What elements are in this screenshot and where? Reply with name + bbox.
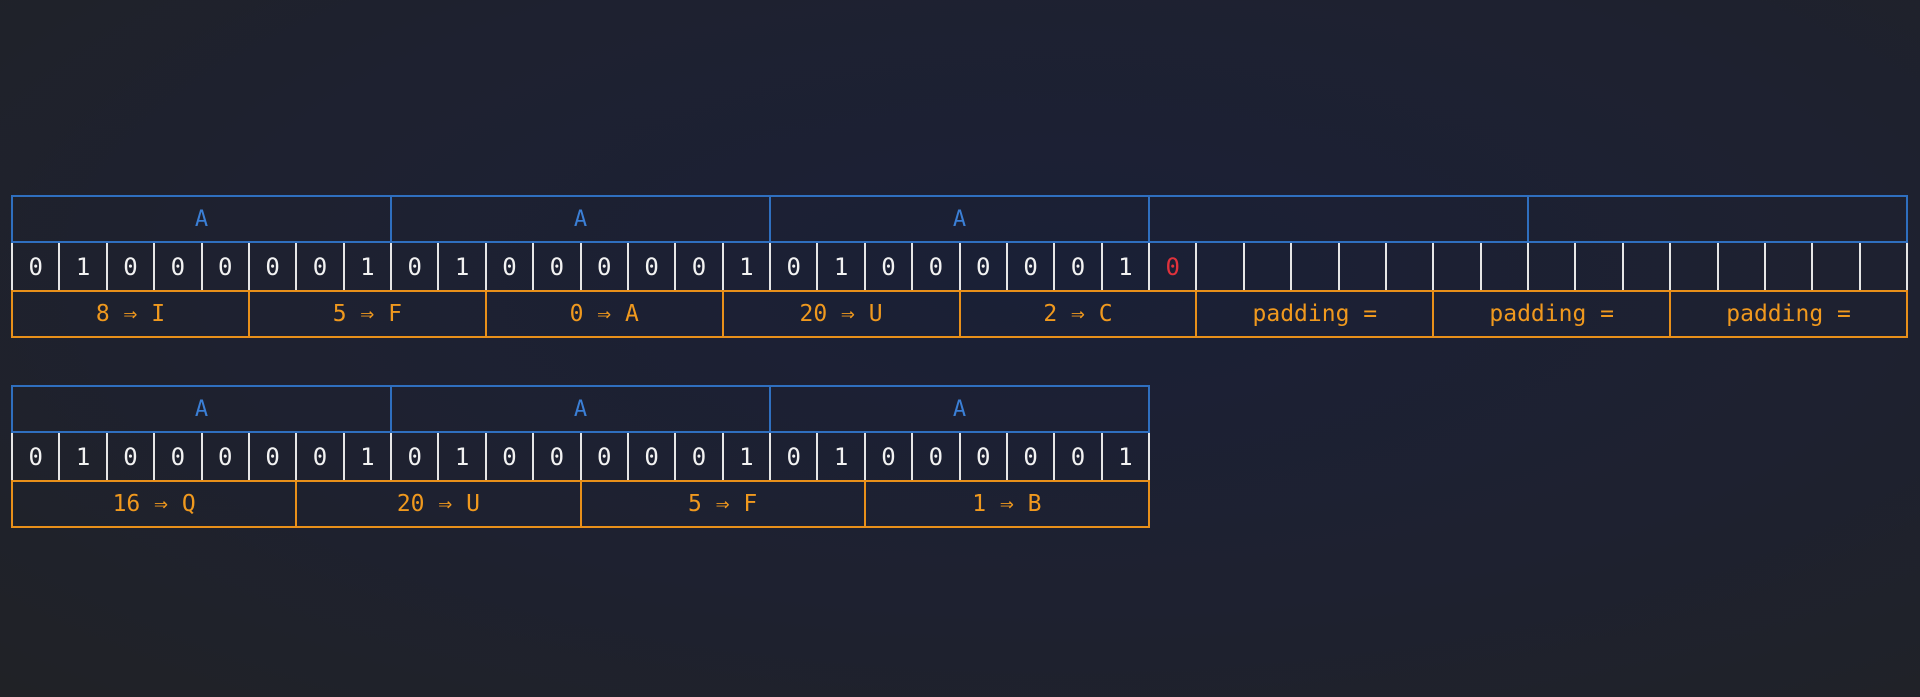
bit-cell: 0 [961,433,1008,480]
sextet-cell: 20 ⇒ U [297,482,582,526]
bit-cell: 1 [60,433,108,480]
byte-cell: A [13,197,392,241]
padding-bit-cell: 0 [1150,243,1198,290]
bit-cell: 0 [676,243,724,290]
sextet-cell: 0 ⇒ A [487,292,724,336]
sextet-cell: padding = [1197,292,1435,336]
bit-cell: 0 [771,433,819,480]
bit-cell [1719,243,1766,290]
bit-cell [1434,243,1482,290]
sextet-cell: 5 ⇒ F [582,482,866,526]
bit-cell: 1 [724,243,771,290]
bit-cell: 0 [582,243,629,290]
bit-cell: 0 [676,433,724,480]
bit-cell: 0 [961,243,1008,290]
bit-cell [1482,243,1529,290]
bit-cell: 0 [155,433,203,480]
sextet-cell: 1 ⇒ B [972,491,1042,517]
sextet-cell: 20 ⇒ U [724,292,961,336]
bit-cell: 0 [203,433,250,480]
bit-cell: 0 [13,243,61,290]
bit-cell [1624,243,1672,290]
bit-cell: 1 [345,243,392,290]
bit-cell: 0 [913,243,961,290]
bit-cell: 0 [297,243,345,290]
bit-cell: 0 [392,243,440,290]
bit-cell: 0 [771,243,819,290]
bit-cell: 0 [203,243,250,290]
bit-cell: 0 [582,433,629,480]
bit-cell: 0 [629,243,677,290]
byte-row: AAA [11,195,1908,243]
sextet-cell: 16 ⇒ Q [13,482,298,526]
bit-cell: 0 [629,433,677,480]
bit-cell: 1 [818,433,866,480]
bit-cell: 0 [534,433,582,480]
bit-cell: 0 [250,433,298,480]
bit-row: 0100000101000001010000010 [11,243,1908,290]
sextet-row: 8 ⇒ I5 ⇒ F0 ⇒ A 20 ⇒ U2 ⇒ Cpadding = paddi… [11,290,1908,338]
bit-cell: 1 [439,433,487,480]
bit-cell: 0 [487,243,535,290]
byte-cell [1529,197,1906,241]
bit-cell: 1 [345,433,392,480]
bit-cell: 0 [1055,433,1103,480]
bit-cell: 0 [108,433,156,480]
bit-cell: 0 [297,433,345,480]
bit-cell [1529,243,1577,290]
byte-cell: A [13,387,392,431]
bit-cell [1387,243,1435,290]
encoding-diagram-1: AAA 0100000101000001010000010 8 ⇒ I5 ⇒ F… [11,195,1908,338]
bit-cell: 0 [392,433,440,480]
bit-cell: 0 [913,433,961,480]
bit-cell: 0 [108,243,156,290]
bit-cell: 0 [1055,243,1103,290]
byte-cell [1150,197,1529,241]
sextet-cell: 2 ⇒ C [961,292,1198,336]
bit-cell: 0 [866,433,914,480]
bit-cell [1245,243,1293,290]
sextet-row: 16 ⇒ Q 20 ⇒ U5 ⇒ F 1 ⇒ B [11,480,1150,528]
byte-cell: A [771,197,1150,241]
bit-cell: 1 [1103,243,1150,290]
bit-cell [1197,243,1245,290]
bit-cell: 0 [1008,433,1056,480]
bit-cell [1766,243,1814,290]
byte-cell: A [392,387,771,431]
bit-cell: 1 [1118,442,1133,471]
bit-cell: 0 [487,433,535,480]
bit-cell: 1 [439,243,487,290]
sextet-cell: 5 ⇒ F [250,292,487,336]
encoding-diagram-2: AAA 010000010100000101000001 16 ⇒ Q 20 ⇒ … [11,385,1150,528]
bit-cell: 0 [250,243,298,290]
bit-cell [1671,243,1719,290]
byte-cell: A [952,396,967,422]
bit-cell [1813,243,1861,290]
bit-row: 010000010100000101000001 [11,433,1150,480]
sextet-cell: 8 ⇒ I [13,292,250,336]
bit-cell: 0 [866,243,914,290]
sextet-cell: padding = [1434,292,1672,336]
byte-row: AAA [11,385,1150,433]
bit-cell [1861,243,1906,290]
sextet-cell: padding = [1726,301,1851,327]
byte-cell: A [392,197,771,241]
bit-cell [1340,243,1387,290]
bit-cell: 0 [534,243,582,290]
bit-cell: 1 [724,433,771,480]
bit-cell: 1 [818,243,866,290]
bit-cell: 0 [1008,243,1056,290]
bit-cell: 1 [60,243,108,290]
bit-cell: 0 [13,433,61,480]
bit-cell [1576,243,1624,290]
bit-cell [1292,243,1340,290]
bit-cell: 0 [155,243,203,290]
